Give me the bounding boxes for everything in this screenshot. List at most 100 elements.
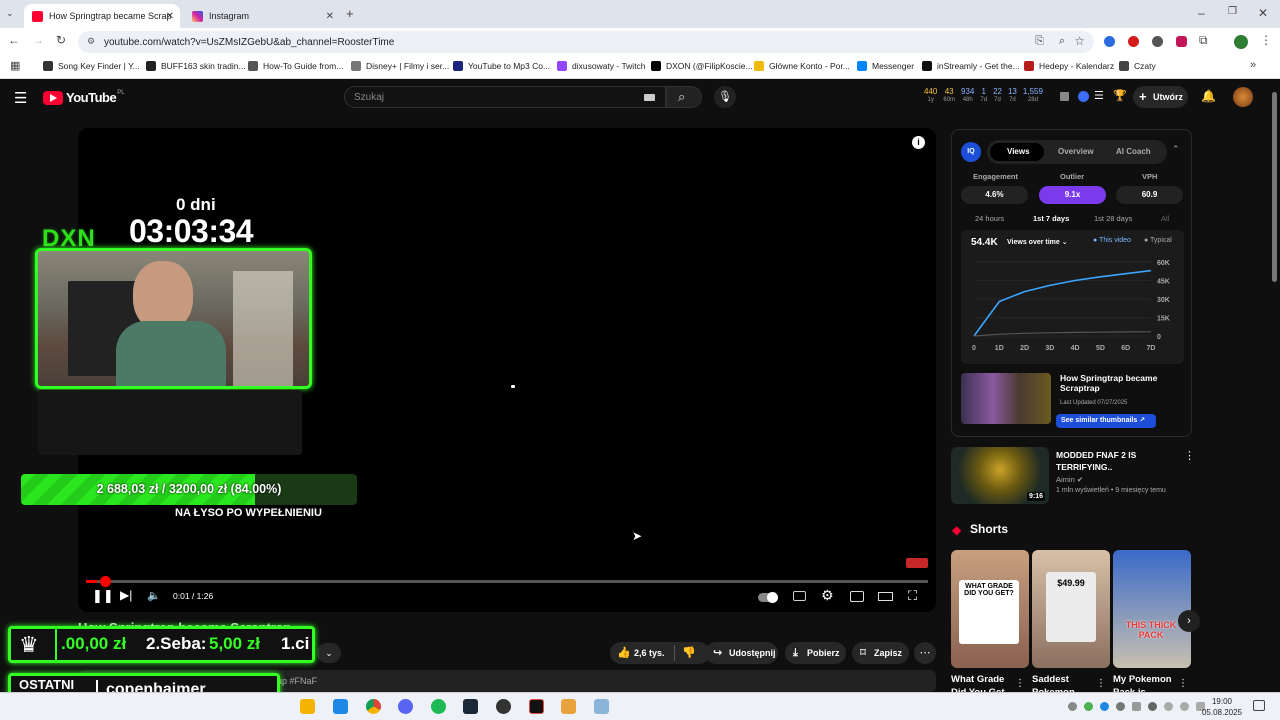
- tray-icon[interactable]: [1084, 702, 1093, 711]
- subtitles-icon[interactable]: [793, 591, 806, 601]
- more-actions-icon[interactable]: ⋯: [914, 642, 936, 664]
- youtube-logo[interactable]: YouTube PL: [43, 90, 125, 105]
- app-icon[interactable]: [529, 699, 544, 714]
- dislike-thumb-icon[interactable]: 👎: [682, 646, 696, 659]
- tab-youtube[interactable]: How Springtrap became Scrap ✕: [24, 4, 180, 28]
- steam-icon[interactable]: [463, 699, 478, 714]
- subscribe-dropdown-chevron-icon[interactable]: ⌄: [317, 643, 341, 663]
- short-more-icon[interactable]: ⋮: [1015, 678, 1025, 689]
- short-card[interactable]: $49.99: [1032, 550, 1110, 668]
- close-window-icon[interactable]: ✕: [1258, 6, 1268, 20]
- voice-search-mic-icon[interactable]: 🎙: [714, 86, 736, 108]
- tab-views[interactable]: Views: [1007, 147, 1030, 156]
- pause-icon[interactable]: ❚❚: [92, 588, 114, 604]
- apps-grid-icon[interactable]: ▦: [10, 59, 20, 72]
- bookmarks-overflow-icon[interactable]: »: [1250, 59, 1256, 71]
- file-explorer-icon[interactable]: [300, 699, 315, 714]
- extensions-puzzle-icon[interactable]: ⧉: [1199, 33, 1208, 48]
- tray-icon[interactable]: [1100, 702, 1109, 711]
- install-app-icon[interactable]: ⎘: [1035, 35, 1044, 48]
- close-tab-icon[interactable]: ✕: [326, 11, 334, 22]
- shorts-next-chevron-icon[interactable]: ›: [1178, 610, 1200, 632]
- theater-mode-icon[interactable]: [878, 592, 893, 601]
- metric-vph[interactable]: 60.9: [1116, 186, 1183, 204]
- miniplayer-icon[interactable]: [850, 591, 864, 602]
- zoom-icon[interactable]: ⌕: [1059, 35, 1065, 48]
- range-all[interactable]: All: [1161, 214, 1169, 223]
- search-input[interactable]: Szukaj: [344, 86, 666, 108]
- tab-overview[interactable]: Overview: [1058, 147, 1094, 156]
- recommended-title[interactable]: MODDED FNAF 2 IS TERRIFYING..: [1056, 449, 1171, 473]
- collapse-chevron-icon[interactable]: ⌃: [1172, 144, 1180, 155]
- like-count[interactable]: 2,6 tys.: [634, 648, 665, 658]
- trophy-icon[interactable]: 🏆: [1113, 89, 1127, 102]
- description-hashtags[interactable]: rap #FNaF: [274, 676, 317, 686]
- bookmark-item[interactable]: Messenger: [857, 61, 914, 71]
- restore-icon[interactable]: ❐: [1228, 6, 1237, 17]
- tab-ai-coach[interactable]: AI Coach: [1116, 147, 1151, 156]
- close-tab-icon[interactable]: ✕: [166, 11, 174, 22]
- bookmark-item[interactable]: inStreamly - Get the...: [922, 61, 1020, 71]
- list-icon[interactable]: ☰: [1094, 89, 1104, 102]
- short-card[interactable]: WHAT GRADE DID YOU GET?: [951, 550, 1029, 668]
- progress-scrubber[interactable]: [99, 576, 111, 587]
- reload-icon[interactable]: ↻: [56, 33, 66, 47]
- bookmark-item[interactable]: Główne Konto - Por...: [754, 61, 850, 71]
- obs-icon[interactable]: [496, 699, 511, 714]
- create-button[interactable]: + Utwórz: [1133, 86, 1188, 108]
- recommended-channel[interactable]: Aimin ✔: [1056, 475, 1083, 484]
- tray-icon[interactable]: [1148, 702, 1157, 711]
- new-tab-plus-icon[interactable]: +: [346, 6, 354, 21]
- todo-icon[interactable]: [333, 699, 348, 714]
- keyboard-icon[interactable]: [644, 94, 655, 101]
- discord-icon[interactable]: [398, 699, 413, 714]
- menu-kebab-icon[interactable]: ⋮: [1260, 33, 1272, 47]
- recommended-thumbnail[interactable]: 9:16: [951, 447, 1049, 504]
- bookmark-item[interactable]: dixusowaty - Twitch: [557, 61, 646, 71]
- short-title[interactable]: My Pokemon Pack is: [1113, 673, 1183, 692]
- tray-icon[interactable]: [1068, 702, 1077, 711]
- wifi-icon[interactable]: [1164, 702, 1173, 711]
- like-thumb-icon[interactable]: 👍: [617, 646, 631, 659]
- extension-icon[interactable]: [1104, 36, 1115, 47]
- bookmark-item[interactable]: YouTube to Mp3 Co...: [453, 61, 550, 71]
- extension-icon[interactable]: [1152, 36, 1163, 47]
- stats-icon[interactable]: [1060, 92, 1069, 101]
- short-title[interactable]: Saddest Pokemon: [1032, 673, 1102, 692]
- metric-outlier[interactable]: 9.1x: [1039, 186, 1106, 204]
- volume-icon[interactable]: 🔈: [147, 589, 161, 602]
- range-24h[interactable]: 24 hours: [975, 214, 1004, 223]
- download-button[interactable]: ⤓ Pobierz: [785, 642, 846, 664]
- save-button[interactable]: ⌑ Zapisz: [852, 642, 909, 664]
- bookmark-item[interactable]: Czaty: [1119, 61, 1156, 71]
- profile-avatar[interactable]: [1234, 35, 1248, 49]
- spotify-icon[interactable]: [431, 699, 446, 714]
- fullscreen-icon[interactable]: ⛶: [908, 588, 917, 604]
- bookmark-item[interactable]: Disney+ | Filmy i ser...: [351, 61, 449, 71]
- thumbnail-preview[interactable]: [961, 373, 1051, 424]
- metric-engagement[interactable]: 4.6%: [961, 186, 1028, 204]
- settings-gear-icon[interactable]: ⚙: [821, 587, 834, 604]
- next-icon[interactable]: ▶|: [120, 588, 132, 602]
- short-more-icon[interactable]: ⋮: [1096, 678, 1106, 689]
- bookmark-item[interactable]: How-To Guide from...: [248, 61, 343, 71]
- site-info-icon[interactable]: ⚙: [87, 36, 95, 47]
- similar-thumbnails-button[interactable]: See similar thumbnails ↗: [1056, 414, 1156, 428]
- bookmark-star-icon[interactable]: ☆: [1074, 34, 1085, 48]
- info-icon[interactable]: i: [912, 136, 925, 149]
- url-input[interactable]: ⚙ youtube.com/watch?v=UsZMsIZGebU&ab_cha…: [78, 31, 1094, 53]
- forward-arrow-icon[interactable]: →: [32, 33, 44, 47]
- hamburger-menu-icon[interactable]: ☰: [14, 89, 27, 107]
- search-button[interactable]: ⌕: [666, 86, 702, 108]
- tray-icon[interactable]: [1132, 702, 1141, 711]
- short-more-icon[interactable]: ⋮: [1178, 678, 1188, 689]
- progress-track[interactable]: [86, 576, 928, 587]
- tray-icon[interactable]: [1116, 702, 1125, 711]
- vidiq-icon[interactable]: [1078, 91, 1089, 102]
- autoplay-toggle[interactable]: [758, 592, 778, 603]
- clock[interactable]: 19:00 05.08.2025: [1198, 696, 1246, 718]
- brave-icon[interactable]: [561, 699, 576, 714]
- adblock-extension-icon[interactable]: [1128, 36, 1139, 47]
- volume-tray-icon[interactable]: [1180, 702, 1189, 711]
- short-title[interactable]: What Grade Did You Get: [951, 673, 1021, 692]
